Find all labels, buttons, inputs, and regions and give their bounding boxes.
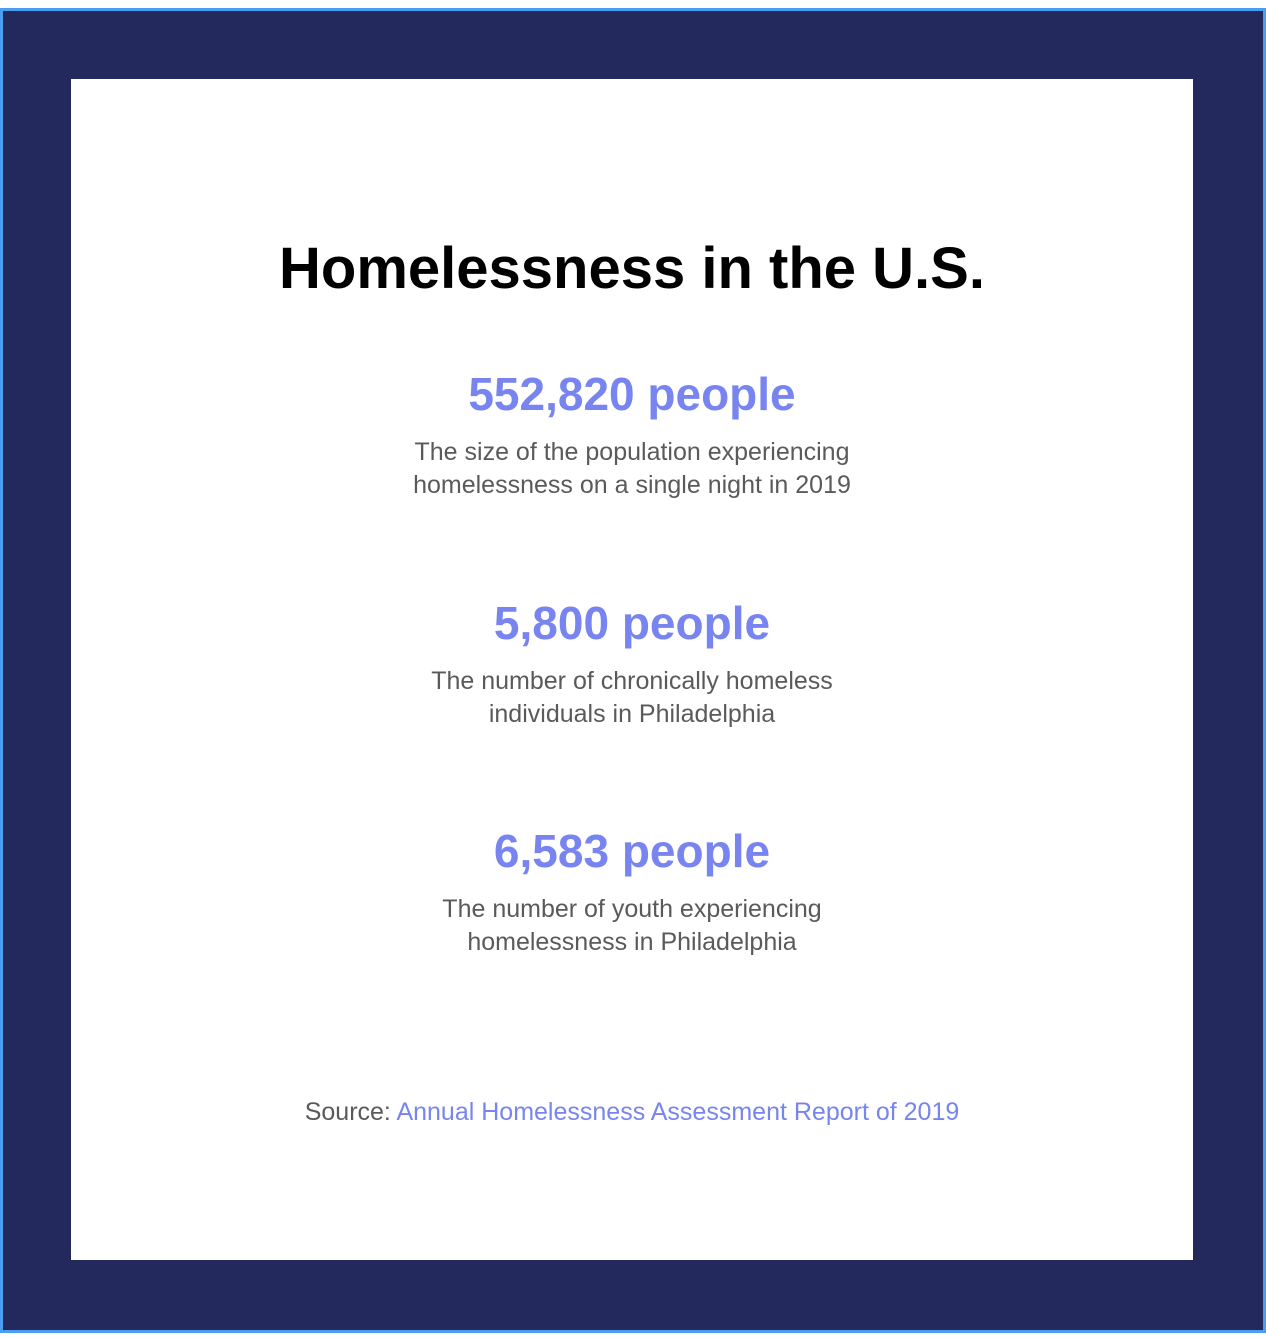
stat-value: 552,820 people (468, 368, 796, 420)
source-line: Source: Annual Homelessness Assessment R… (71, 1096, 1193, 1128)
frame-border: Homelessness in the U.S. 552,820 people … (0, 8, 1266, 1333)
source-label: Source: (304, 1098, 397, 1126)
stat-value: 6,583 people (493, 825, 771, 877)
stat-description: The size of the population experiencing … (413, 438, 851, 499)
stat-description: The number of youth experiencing homeles… (442, 895, 822, 956)
stat-block-youth: 6,583 people The number of youth experie… (71, 821, 1193, 959)
stat-description: The number of chronically homeless indiv… (431, 667, 833, 728)
stat-value: 5,800 people (493, 597, 771, 649)
stat-block-chronic: 5,800 people The number of chronically h… (71, 593, 1193, 731)
infographic-card: Homelessness in the U.S. 552,820 people … (71, 79, 1193, 1260)
source-link[interactable]: Annual Homelessness Assessment Report of… (396, 1098, 959, 1126)
page-title: Homelessness in the U.S. (279, 236, 985, 301)
stat-block-national: 552,820 people The size of the populatio… (71, 364, 1193, 502)
